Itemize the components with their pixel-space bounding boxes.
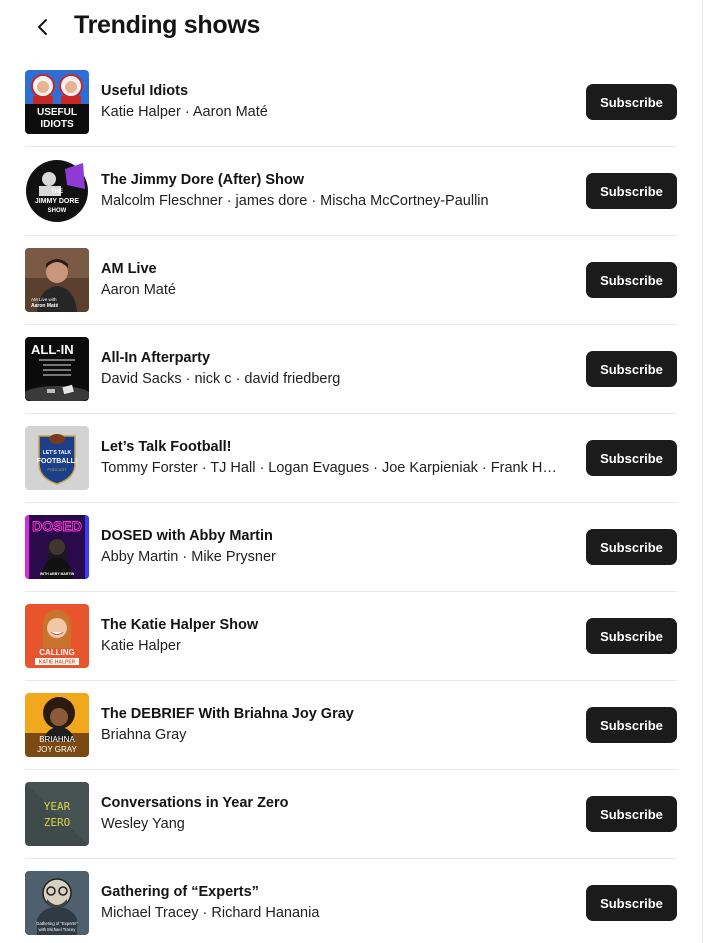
- subscribe-button[interactable]: Subscribe: [586, 84, 677, 120]
- show-title[interactable]: Let’s Talk Football!: [101, 437, 561, 457]
- show-artwork[interactable]: CALLING KATIE HALPER: [25, 604, 89, 668]
- show-artwork[interactable]: THE JIMMY DORE SHOW: [25, 159, 89, 223]
- show-hosts: Malcolm Fleschner · james dore · Mischa …: [101, 193, 489, 209]
- show-hosts: Michael Tracey · Richard Hanania: [101, 905, 320, 921]
- show-info: The Katie Halper Show Katie Halper: [101, 615, 561, 657]
- show-info: Useful Idiots Katie Halper · Aaron Maté: [101, 81, 561, 123]
- subscribe-button[interactable]: Subscribe: [586, 796, 677, 832]
- show-row: ALL-IN All-In Afterparty David Sacks · n…: [25, 325, 677, 414]
- show-row: YEAR ZERO Conversations in Year Zero Wes…: [25, 770, 677, 859]
- svg-text:WITH ABBY MARTIN: WITH ABBY MARTIN: [40, 572, 75, 576]
- show-info: All-In Afterparty David Sacks · nick c ·…: [101, 348, 561, 390]
- svg-text:PODCAST: PODCAST: [47, 467, 67, 472]
- show-hosts: Wesley Yang: [101, 816, 185, 832]
- svg-text:THE: THE: [51, 189, 63, 195]
- show-row: CALLING KATIE HALPER The Katie Halper Sh…: [25, 592, 677, 681]
- svg-text:BRIAHNA: BRIAHNA: [39, 735, 75, 744]
- show-hosts: David Sacks · nick c · david friedberg: [101, 371, 341, 387]
- all-in-artwork: ALL-IN: [25, 337, 89, 401]
- show-artwork[interactable]: USEFUL IDIOTS: [25, 70, 89, 134]
- subscribe-button[interactable]: Subscribe: [586, 173, 677, 209]
- lets-talk-football-artwork: LET'S TALK FOOTBALL! PODCAST: [25, 426, 89, 490]
- subscribe-button[interactable]: Subscribe: [586, 440, 677, 476]
- back-button[interactable]: [30, 14, 56, 40]
- subscribe-button[interactable]: Subscribe: [586, 707, 677, 743]
- svg-text:with Michael Tracey: with Michael Tracey: [39, 927, 77, 932]
- show-hosts: Tommy Forster · TJ Hall · Logan Evagues …: [101, 460, 561, 476]
- show-row: AM Live with Aaron Maté AM Live Aaron Ma…: [25, 236, 677, 325]
- svg-text:YEAR: YEAR: [44, 800, 71, 813]
- show-row: Gathering of "Experts" with Michael Trac…: [25, 859, 677, 943]
- show-title[interactable]: The Jimmy Dore (After) Show: [101, 170, 561, 190]
- show-hosts: Katie Halper: [101, 638, 181, 654]
- header: Trending shows: [0, 0, 703, 54]
- show-hosts: Katie Halper · Aaron Maté: [101, 104, 268, 120]
- show-info: The DEBRIEF With Briahna Joy Gray Briahn…: [101, 704, 561, 746]
- show-title[interactable]: The Katie Halper Show: [101, 615, 561, 635]
- jimmy-dore-artwork: THE JIMMY DORE SHOW: [25, 159, 89, 223]
- subscribe-button[interactable]: Subscribe: [586, 529, 677, 565]
- show-title[interactable]: The DEBRIEF With Briahna Joy Gray: [101, 704, 561, 724]
- trending-shows-page: Trending shows USEFUL IDIOTS Useful Idio…: [0, 0, 703, 943]
- show-hosts: Aaron Maté: [101, 282, 176, 298]
- show-artwork[interactable]: DOSED WITH ABBY MARTIN: [25, 515, 89, 579]
- svg-text:FOOTBALL!: FOOTBALL!: [37, 458, 77, 465]
- show-row: LET'S TALK FOOTBALL! PODCAST Let’s Talk …: [25, 414, 677, 503]
- show-artwork[interactable]: YEAR ZERO: [25, 782, 89, 846]
- show-info: Gathering of “Experts” Michael Tracey · …: [101, 882, 561, 924]
- show-info: Let’s Talk Football! Tommy Forster · TJ …: [101, 437, 561, 479]
- subscribe-button[interactable]: Subscribe: [586, 262, 677, 298]
- svg-text:LET'S TALK: LET'S TALK: [43, 450, 72, 456]
- page-title: Trending shows: [74, 11, 261, 39]
- svg-text:SHOW: SHOW: [48, 208, 67, 214]
- subscribe-button[interactable]: Subscribe: [586, 618, 677, 654]
- subscribe-button[interactable]: Subscribe: [586, 351, 677, 387]
- show-info: DOSED with Abby Martin Abby Martin · Mik…: [101, 526, 561, 568]
- show-hosts: Abby Martin · Mike Prysner: [101, 549, 276, 565]
- gathering-of-experts-artwork: Gathering of "Experts" with Michael Trac…: [25, 871, 89, 935]
- show-title[interactable]: All-In Afterparty: [101, 348, 561, 368]
- katie-halper-artwork: CALLING KATIE HALPER: [25, 604, 89, 668]
- show-info: The Jimmy Dore (After) Show Malcolm Fles…: [101, 170, 561, 212]
- svg-text:JIMMY DORE: JIMMY DORE: [35, 198, 80, 205]
- show-info: Conversations in Year Zero Wesley Yang: [101, 793, 561, 835]
- show-hosts: Briahna Gray: [101, 727, 187, 743]
- svg-text:CALLING: CALLING: [39, 648, 75, 657]
- svg-text:JOY GRAY: JOY GRAY: [37, 745, 77, 754]
- show-info: AM Live Aaron Maté: [101, 259, 561, 301]
- show-title[interactable]: Useful Idiots: [101, 81, 561, 101]
- svg-text:AM Live with: AM Live with: [31, 297, 57, 302]
- show-row: THE JIMMY DORE SHOW The Jimmy Dore (Afte…: [25, 147, 677, 236]
- svg-text:Aaron Maté: Aaron Maté: [31, 303, 58, 309]
- am-live-artwork: AM Live with Aaron Maté: [25, 248, 89, 312]
- show-artwork[interactable]: AM Live with Aaron Maté: [25, 248, 89, 312]
- show-row: USEFUL IDIOTS Useful Idiots Katie Halper…: [25, 58, 677, 147]
- show-title[interactable]: DOSED with Abby Martin: [101, 526, 561, 546]
- show-list: USEFUL IDIOTS Useful Idiots Katie Halper…: [25, 58, 677, 943]
- year-zero-artwork: YEAR ZERO: [25, 782, 89, 846]
- svg-text:DOSED: DOSED: [32, 518, 82, 534]
- show-title[interactable]: AM Live: [101, 259, 561, 279]
- debrief-artwork: BRIAHNA JOY GRAY: [25, 693, 89, 757]
- show-artwork[interactable]: ALL-IN: [25, 337, 89, 401]
- chevron-left-icon: [38, 19, 47, 35]
- show-title[interactable]: Gathering of “Experts”: [101, 882, 561, 902]
- show-row: DOSED WITH ABBY MARTIN DOSED with Abby M…: [25, 503, 677, 592]
- dosed-artwork: DOSED WITH ABBY MARTIN: [25, 515, 89, 579]
- svg-text:Gathering of "Experts": Gathering of "Experts": [36, 921, 78, 926]
- svg-text:KATIE HALPER: KATIE HALPER: [39, 660, 76, 666]
- show-artwork[interactable]: BRIAHNA JOY GRAY: [25, 693, 89, 757]
- useful-idiots-artwork: USEFUL IDIOTS: [25, 70, 89, 134]
- subscribe-button[interactable]: Subscribe: [586, 885, 677, 921]
- svg-text:ZERO: ZERO: [44, 816, 71, 829]
- svg-text:IDIOTS: IDIOTS: [40, 119, 74, 130]
- svg-text:ALL-IN: ALL-IN: [31, 342, 74, 357]
- show-artwork[interactable]: LET'S TALK FOOTBALL! PODCAST: [25, 426, 89, 490]
- show-title[interactable]: Conversations in Year Zero: [101, 793, 561, 813]
- show-row: BRIAHNA JOY GRAY The DEBRIEF With Briahn…: [25, 681, 677, 770]
- svg-text:USEFUL: USEFUL: [37, 107, 77, 118]
- show-artwork[interactable]: Gathering of "Experts" with Michael Trac…: [25, 871, 89, 935]
